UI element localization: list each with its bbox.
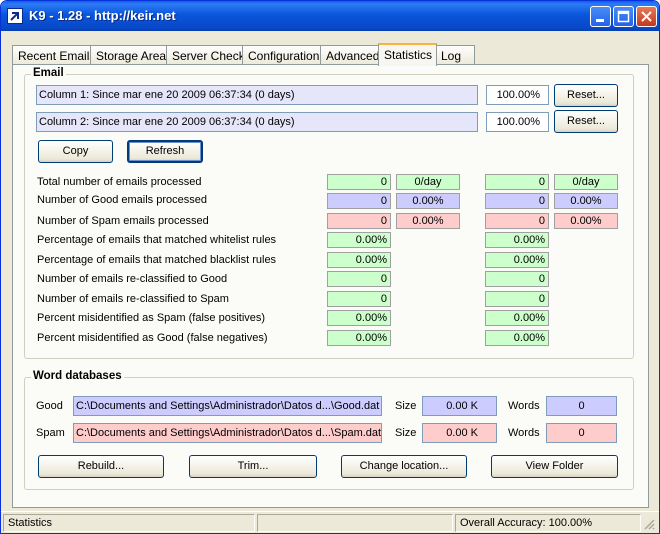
tab-storage-area[interactable]: Storage Area	[90, 45, 172, 65]
close-button[interactable]	[636, 6, 657, 27]
column2-since-field: Column 2: Since mar ene 20 2009 06:37:34…	[36, 112, 478, 132]
column1-accuracy: 100.00%	[486, 85, 549, 105]
stat-good-col1: 0	[327, 193, 391, 209]
stat-false-negatives-col2: 0.00%	[485, 330, 549, 346]
word-databases-title: Word databases	[31, 370, 124, 382]
close-icon	[641, 11, 652, 22]
tab-configuration[interactable]: Configuration	[242, 45, 325, 65]
spam-db-size-label: Size	[395, 427, 417, 439]
tab-log[interactable]: Log	[435, 45, 475, 65]
column2-accuracy: 100.00%	[486, 112, 549, 132]
tab-server-check[interactable]: Server Check	[166, 45, 250, 65]
stat-label-spam: Number of Spam emails processed	[37, 215, 209, 227]
rebuild-button[interactable]: Rebuild...	[38, 455, 164, 478]
column1-since-field: Column 1: Since mar ene 20 2009 06:37:34…	[36, 85, 478, 105]
spam-db-size: 0.00 K	[422, 423, 497, 443]
stat-label-reclassified-good: Number of emails re-classified to Good	[37, 273, 228, 285]
stat-false-positives-col2: 0.00%	[485, 310, 549, 326]
good-db-size: 0.00 K	[422, 396, 497, 416]
change-location-button[interactable]: Change location...	[341, 455, 467, 478]
good-db-path: C:\Documents and Settings\Administrador\…	[73, 396, 382, 416]
spam-db-words: 0	[546, 423, 617, 443]
stat-label-total: Total number of emails processed	[37, 176, 202, 188]
maximize-button[interactable]	[613, 6, 634, 27]
spam-db-words-label: Words	[508, 427, 540, 439]
stat-label-false-positives: Percent misidentified as Spam (false pos…	[37, 312, 266, 324]
stat-spam-col1-rate: 0.00%	[396, 213, 460, 229]
stat-total-col2-rate: 0/day	[554, 174, 618, 190]
stat-total-col1-rate: 0/day	[396, 174, 460, 190]
good-db-size-label: Size	[395, 400, 417, 412]
stat-spam-col2-rate: 0.00%	[554, 213, 618, 229]
reset-column2-button[interactable]: Reset...	[554, 110, 618, 133]
tab-statistics[interactable]: Statistics	[378, 43, 438, 66]
copy-button[interactable]: Copy	[38, 140, 113, 163]
reset-column1-button[interactable]: Reset...	[554, 84, 618, 107]
good-db-words-label: Words	[508, 400, 540, 412]
stat-reclassified-good-col2: 0	[485, 271, 549, 287]
refresh-button[interactable]: Refresh	[127, 140, 203, 163]
stat-whitelist-col1: 0.00%	[327, 232, 391, 248]
stat-good-col1-rate: 0.00%	[396, 193, 460, 209]
stat-false-positives-col1: 0.00%	[327, 310, 391, 326]
stat-label-good: Number of Good emails processed	[37, 194, 207, 206]
good-db-words: 0	[546, 396, 617, 416]
spam-db-label: Spam	[36, 427, 65, 439]
email-group-title: Email	[31, 67, 66, 79]
stat-blacklist-col2: 0.00%	[485, 252, 549, 268]
window-title: K9 - 1.28 - http://keir.net	[29, 8, 176, 23]
stat-reclassified-good-col1: 0	[327, 271, 391, 287]
stat-reclassified-spam-col2: 0	[485, 291, 549, 307]
stat-label-blacklist: Percentage of emails that matched blackl…	[37, 254, 277, 266]
stat-label-whitelist: Percentage of emails that matched whitel…	[37, 234, 277, 246]
status-section-middle	[257, 514, 453, 532]
stat-false-negatives-col1: 0.00%	[327, 330, 391, 346]
stat-label-reclassified-spam: Number of emails re-classified to Spam	[37, 293, 229, 305]
tab-recent-emails[interactable]: Recent Emails	[12, 45, 101, 65]
status-section-accuracy: Overall Accuracy: 100.00%	[455, 514, 641, 532]
stat-total-col2: 0	[485, 174, 549, 190]
minimize-button[interactable]	[590, 6, 611, 27]
status-section-left: Statistics	[3, 514, 255, 532]
good-db-label: Good	[36, 400, 63, 412]
maximize-icon	[617, 10, 630, 23]
stat-label-false-negatives: Percent misidentified as Good (false neg…	[37, 332, 268, 344]
app-window: K9 - 1.28 - http://keir.net Recent Email…	[0, 0, 660, 534]
view-folder-button[interactable]: View Folder	[491, 455, 618, 478]
stat-good-col2-rate: 0.00%	[554, 193, 618, 209]
stat-spam-col1: 0	[327, 213, 391, 229]
minimize-icon	[596, 19, 604, 22]
trim-button[interactable]: Trim...	[189, 455, 317, 478]
stat-reclassified-spam-col1: 0	[327, 291, 391, 307]
stat-blacklist-col1: 0.00%	[327, 252, 391, 268]
spam-db-path: C:\Documents and Settings\Administrador\…	[73, 423, 382, 443]
k9-arrow-icon[interactable]	[7, 8, 23, 24]
resize-grip-icon[interactable]	[643, 518, 655, 533]
title-bar[interactable]: K9 - 1.28 - http://keir.net	[1, 1, 659, 31]
stat-whitelist-col2: 0.00%	[485, 232, 549, 248]
status-bar: Statistics Overall Accuracy: 100.00%	[1, 511, 659, 533]
stat-good-col2: 0	[485, 193, 549, 209]
stat-total-col1: 0	[327, 174, 391, 190]
tab-advanced[interactable]: Advanced	[320, 45, 385, 65]
stat-spam-col2: 0	[485, 213, 549, 229]
